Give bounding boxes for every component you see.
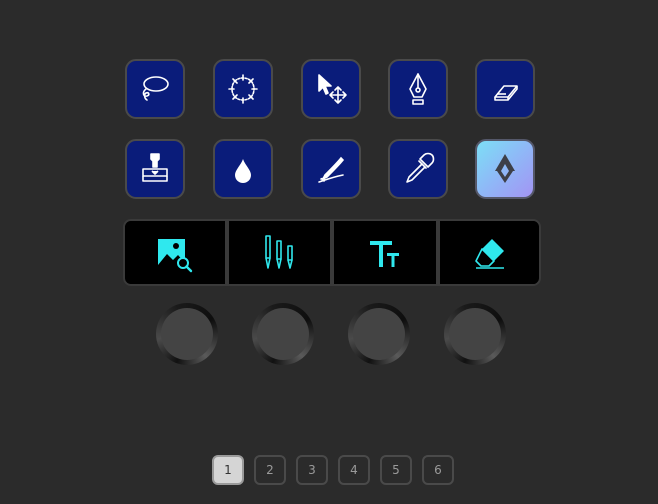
stamp-icon (142, 153, 168, 182)
key-eraser[interactable] (475, 59, 535, 119)
strip-segment-text[interactable] (338, 221, 432, 284)
page-button-6[interactable]: 6 (422, 455, 454, 485)
key-eyedropper[interactable] (388, 139, 448, 199)
eraser-icon (494, 85, 518, 101)
dial-face (449, 308, 501, 360)
strip-segment-brushes[interactable] (232, 221, 326, 284)
magic-lasso-icon (228, 74, 258, 104)
eraser-icon (475, 238, 505, 269)
key-stamp[interactable] (125, 139, 185, 199)
key-smudge[interactable] (301, 139, 361, 199)
touch-strip[interactable] (123, 219, 541, 286)
dial-4[interactable] (444, 303, 506, 365)
water-drop-icon (235, 159, 251, 183)
page-button-2[interactable]: 2 (254, 455, 286, 485)
dial-face (353, 308, 405, 360)
eyedropper-icon (406, 152, 435, 183)
page-button-3[interactable]: 3 (296, 455, 328, 485)
brushes-icon (265, 234, 294, 269)
page-button-1[interactable]: 1 (212, 455, 244, 485)
strip-divider (224, 221, 229, 284)
page-button-4[interactable]: 4 (338, 455, 370, 485)
dial-face (257, 308, 309, 360)
dial-1[interactable] (156, 303, 218, 365)
dial-face (161, 308, 213, 360)
move-selection-icon (318, 74, 347, 104)
strip-segment-image-search[interactable] (127, 221, 221, 284)
dial-2[interactable] (252, 303, 314, 365)
page-selector: 1 2 3 4 5 6 (212, 455, 454, 485)
lasso-icon (142, 76, 169, 101)
key-lasso[interactable] (125, 59, 185, 119)
dial-3[interactable] (348, 303, 410, 365)
strip-segment-eraser[interactable] (443, 221, 537, 284)
key-magic-lasso[interactable] (213, 59, 273, 119)
image-search-icon (157, 238, 192, 272)
text-size-icon (369, 240, 399, 267)
pen-nib-icon (409, 73, 427, 105)
page-button-5[interactable]: 5 (380, 455, 412, 485)
app-logo-icon (495, 154, 515, 183)
strip-divider (435, 221, 440, 284)
key-blur[interactable] (213, 139, 273, 199)
key-app-logo[interactable] (475, 139, 535, 199)
key-pen[interactable] (388, 59, 448, 119)
strip-divider (330, 221, 334, 284)
key-move-selection[interactable] (301, 59, 361, 119)
smudge-icon (318, 156, 345, 183)
